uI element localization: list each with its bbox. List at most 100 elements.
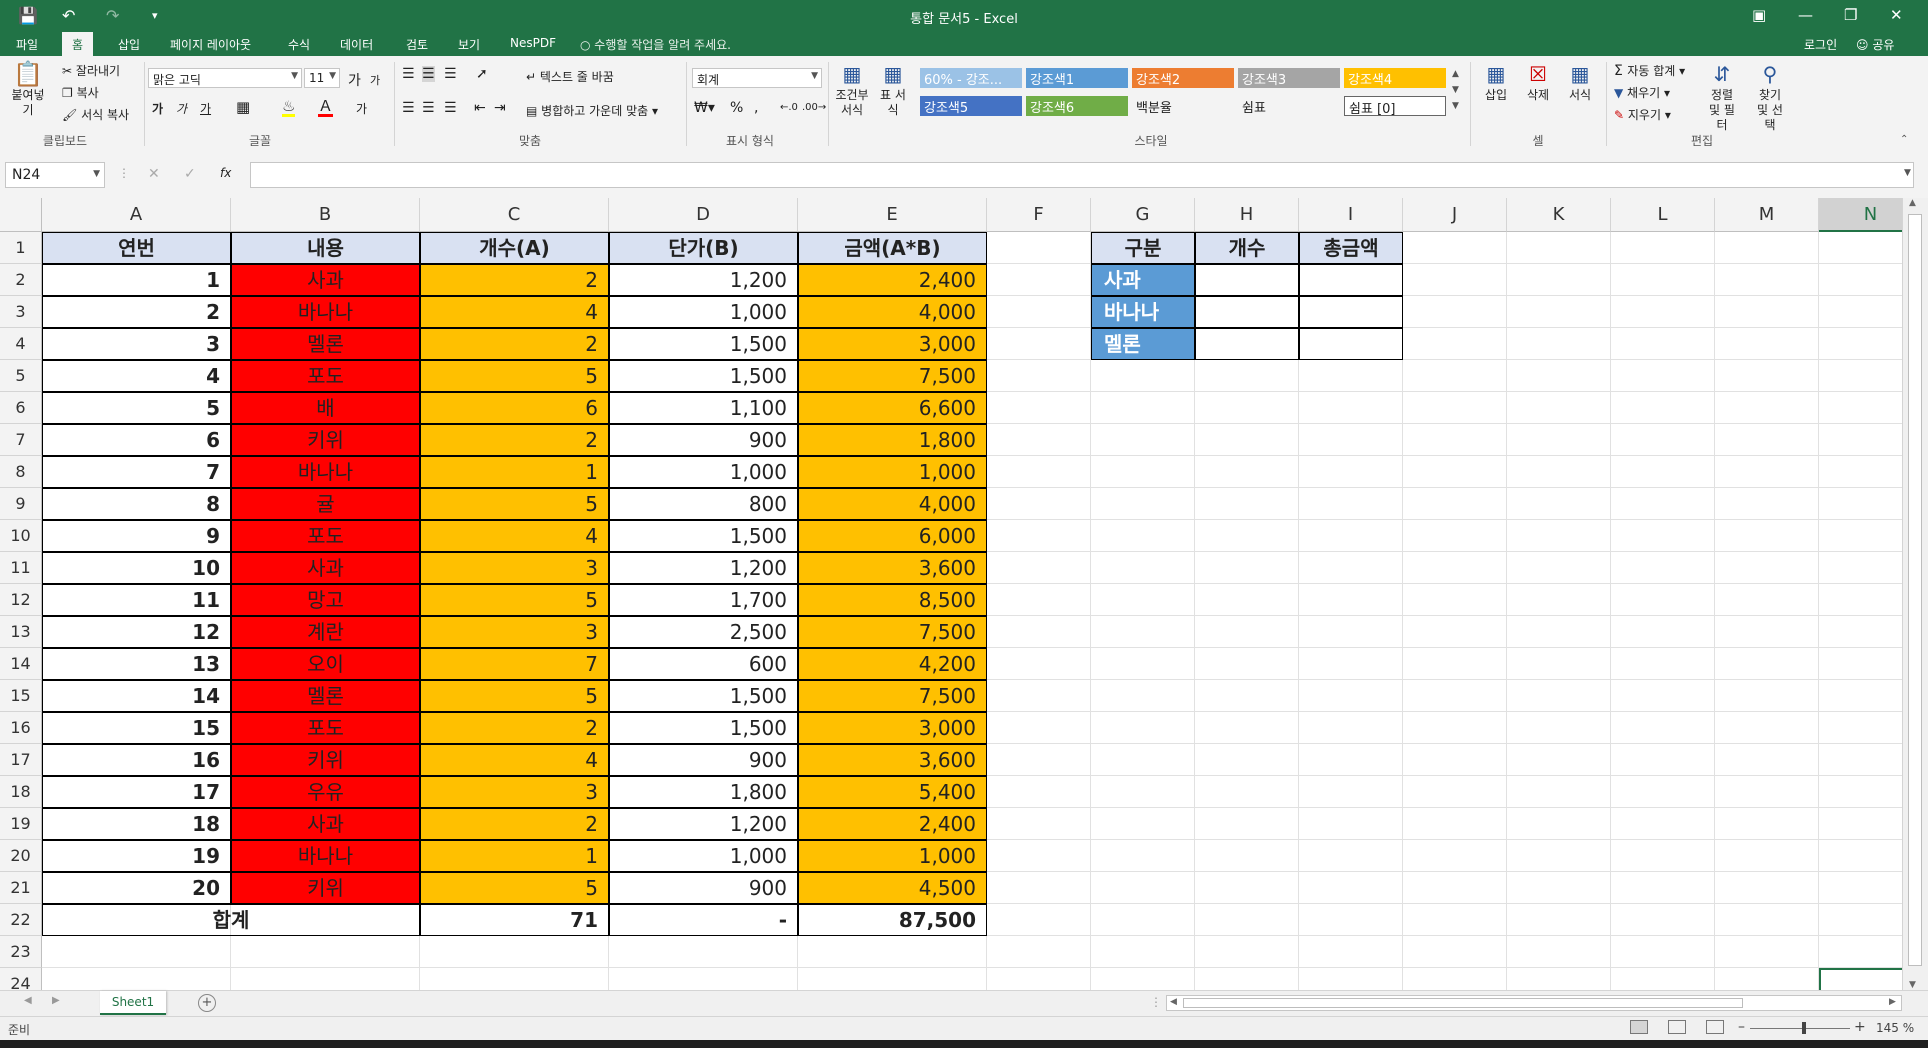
cell-item[interactable]: 멜론 [231, 328, 420, 360]
summary-header-category[interactable]: 구분 [1091, 232, 1195, 264]
increase-indent-icon[interactable]: ⇥ [494, 100, 506, 116]
page-layout-view-icon[interactable] [1668, 1020, 1686, 1034]
cell-item[interactable]: 사과 [231, 552, 420, 584]
row-header-2[interactable]: 2 [0, 264, 42, 296]
cell-serial[interactable]: 9 [42, 520, 231, 552]
tab-data[interactable]: 데이터 [340, 36, 373, 53]
cell-amount[interactable]: 2,400 [798, 264, 987, 296]
scroll-up-icon[interactable]: ▲ [1909, 198, 1916, 208]
cell-unit-price[interactable]: 1,500 [609, 520, 798, 552]
column-header-i[interactable]: I [1299, 198, 1403, 232]
font-size-select[interactable]: 11 ▼ [304, 68, 340, 88]
cell-item[interactable]: 바나나 [231, 296, 420, 328]
zoom-slider-knob[interactable] [1802, 1022, 1806, 1034]
row-header-21[interactable]: 21 [0, 872, 42, 904]
cell-serial[interactable]: 4 [42, 360, 231, 392]
row-header-14[interactable]: 14 [0, 648, 42, 680]
cell-unit-price[interactable]: 1,500 [609, 680, 798, 712]
paste-button[interactable]: 📋 붙여넣기 [6, 60, 50, 118]
cell-unit-price[interactable]: 1,000 [609, 456, 798, 488]
cell-serial[interactable]: 13 [42, 648, 231, 680]
cell-amount[interactable]: 7,500 [798, 616, 987, 648]
style-accent3[interactable]: 강조색3 [1238, 68, 1340, 88]
cell-amount[interactable]: 3,000 [798, 328, 987, 360]
cell-amount[interactable]: 7,500 [798, 680, 987, 712]
cell-item[interactable]: 계란 [231, 616, 420, 648]
summary-count-cell[interactable] [1195, 296, 1299, 328]
cell-serial[interactable]: 20 [42, 872, 231, 904]
row-header-13[interactable]: 13 [0, 616, 42, 648]
row-header-8[interactable]: 8 [0, 456, 42, 488]
format-as-table-button[interactable]: ▦ 표 서식 [878, 60, 908, 118]
italic-button[interactable]: 가 [176, 100, 187, 117]
cell-count[interactable]: 5 [420, 872, 609, 904]
row-header-5[interactable]: 5 [0, 360, 42, 392]
cell-count[interactable]: 5 [420, 680, 609, 712]
scroll-left-icon[interactable]: ◀ [1170, 997, 1177, 1007]
cell-amount[interactable]: 3,600 [798, 552, 987, 584]
tab-home[interactable]: 홈 [62, 32, 94, 56]
zoom-in-icon[interactable]: + [1854, 1019, 1866, 1035]
row-header-7[interactable]: 7 [0, 424, 42, 456]
column-header-c[interactable]: C [420, 198, 609, 232]
format-painter-button[interactable]: 🖌 서식 복사 [62, 106, 129, 123]
row-header-10[interactable]: 10 [0, 520, 42, 552]
wrap-text-button[interactable]: ↵ 텍스트 줄 바꿈 [526, 68, 614, 85]
style-accent1[interactable]: 강조색1 [1026, 68, 1128, 88]
row-header-19[interactable]: 19 [0, 808, 42, 840]
cell-unit-price[interactable]: 1,000 [609, 296, 798, 328]
cell-amount[interactable]: 4,200 [798, 648, 987, 680]
styles-scroll-icon[interactable]: ▲ ▼ ▼ [1452, 66, 1459, 114]
cell-item[interactable]: 사과 [231, 264, 420, 296]
decrease-decimal-icon[interactable]: .00→ [802, 102, 826, 113]
row-header-12[interactable]: 12 [0, 584, 42, 616]
cell-unit-price[interactable]: 1,500 [609, 712, 798, 744]
summary-header-count[interactable]: 개수 [1195, 232, 1299, 264]
tab-review[interactable]: 검토 [406, 36, 428, 53]
row-header-6[interactable]: 6 [0, 392, 42, 424]
cell-serial[interactable]: 3 [42, 328, 231, 360]
cell-amount[interactable]: 3,600 [798, 744, 987, 776]
column-header-f[interactable]: F [987, 198, 1091, 232]
align-left-icon[interactable]: ☰ [402, 100, 415, 116]
orientation-icon[interactable]: ➚ [476, 66, 488, 82]
cell-unit-price[interactable]: 1,200 [609, 552, 798, 584]
tab-nespdf[interactable]: NesPDF [510, 36, 556, 50]
cell-amount[interactable]: 7,500 [798, 360, 987, 392]
autosum-button[interactable]: Σ 자동 합계 ▾ [1614, 62, 1685, 79]
cell-unit-price[interactable]: 800 [609, 488, 798, 520]
cell-unit-price[interactable]: 2,500 [609, 616, 798, 648]
total-count[interactable]: 71 [420, 904, 609, 936]
cell-unit-price[interactable]: 1,200 [609, 808, 798, 840]
summary-item-label[interactable]: 사과 [1091, 264, 1195, 296]
cell-count[interactable]: 2 [420, 328, 609, 360]
comma-button[interactable]: , [754, 100, 758, 116]
row-header-16[interactable]: 16 [0, 712, 42, 744]
percent-button[interactable]: % [730, 100, 743, 116]
merge-center-button[interactable]: ▤ 병합하고 가운데 맞춤 ▾ [526, 102, 658, 119]
zoom-out-icon[interactable]: – [1738, 1019, 1745, 1035]
cell-count[interactable]: 2 [420, 712, 609, 744]
row-header-20[interactable]: 20 [0, 840, 42, 872]
row-header-15[interactable]: 15 [0, 680, 42, 712]
font-name-select[interactable]: 맑은 고딕 ▼ [148, 68, 302, 88]
row-header-18[interactable]: 18 [0, 776, 42, 808]
active-cell-n24[interactable] [1819, 968, 1902, 990]
cell-amount[interactable]: 8,500 [798, 584, 987, 616]
accounting-format-icon[interactable]: ₩▾ [694, 100, 715, 116]
name-box[interactable]: N24 ▼ [5, 162, 105, 188]
cell-serial[interactable]: 14 [42, 680, 231, 712]
cell-serial[interactable]: 15 [42, 712, 231, 744]
cell-item[interactable]: 오이 [231, 648, 420, 680]
cell-unit-price[interactable]: 1,500 [609, 328, 798, 360]
decrease-indent-icon[interactable]: ⇤ [474, 100, 486, 116]
row-header-9[interactable]: 9 [0, 488, 42, 520]
style-comma0[interactable]: 쉼표 [0] [1344, 96, 1446, 116]
style-60-accent[interactable]: 60% - 강조... [920, 68, 1022, 88]
row-header-17[interactable]: 17 [0, 744, 42, 776]
scroll-right-icon[interactable]: ▶ [1889, 997, 1896, 1007]
cell-count[interactable]: 2 [420, 424, 609, 456]
style-accent6[interactable]: 강조색6 [1026, 96, 1128, 116]
cell-count[interactable]: 1 [420, 456, 609, 488]
sort-filter-button[interactable]: ⇵ 정렬 및 필터 [1704, 60, 1740, 133]
